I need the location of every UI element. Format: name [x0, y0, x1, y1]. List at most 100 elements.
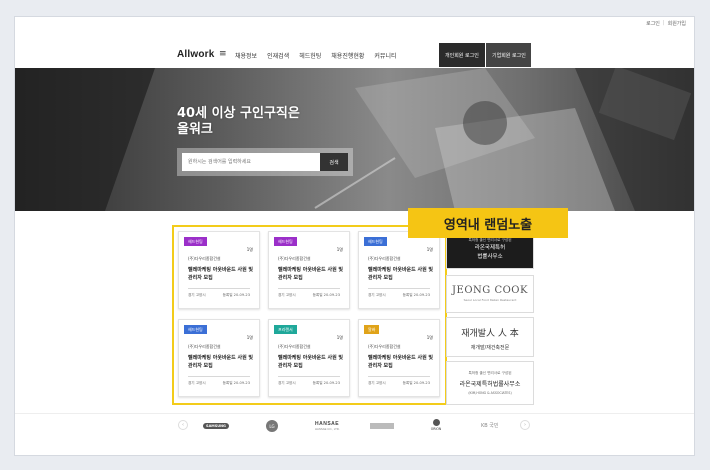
partner-logo-generic[interactable] — [370, 423, 394, 429]
nav-item-community[interactable]: 커뮤니티 — [374, 51, 396, 60]
company-name: (주)다우리종합건설 — [368, 344, 401, 349]
ad-tagline: 특허청 출신 변리사로 구성된 — [468, 371, 512, 375]
job-card[interactable]: 프리랜서 1명 (주)다우리종합건설 텔레마케팅 아웃바운드 사원 및 관리자 … — [268, 319, 350, 397]
job-title: 텔레마케팅 아웃바운드 사원 및 관리자 모집 — [368, 267, 434, 281]
card-divider — [368, 376, 430, 377]
partner-logo-strip: ‹ SAMSUNG LG HANSAE HANSAE CO., LTD. ORI… — [15, 413, 694, 435]
side-ad-redevelopment[interactable]: 재개발人 人 本 재개발/재건축전문 — [446, 317, 534, 357]
hamburger-menu-icon[interactable]: ≡ — [219, 49, 227, 59]
card-divider — [188, 288, 250, 289]
jeongcook-subtitle: Seoul Local Food Italian Restaurant — [463, 298, 517, 302]
hero-title-line1: 40세 이상 구인구직은 — [177, 106, 300, 121]
nav-item-jobs[interactable]: 채용정보 — [235, 51, 257, 60]
job-date: 등록일 20-09-23 — [402, 293, 430, 297]
site-logo[interactable]: Allwork — [177, 49, 215, 60]
company-name: (주)다우리종합건설 — [188, 256, 221, 261]
job-location: 경기 고양시 — [278, 293, 296, 297]
job-date: 등록일 20-09-23 — [402, 381, 430, 385]
kb-logo[interactable]: KB 국민 — [481, 422, 499, 429]
job-location: 경기 고양시 — [368, 381, 386, 385]
hero-title-line2: 올워크 — [177, 122, 213, 137]
job-date: 등록일 20-09-23 — [312, 381, 340, 385]
card-divider — [278, 376, 340, 377]
job-count: 1명 — [426, 247, 433, 252]
browser-frame: 로그인 | 회원가입 Allwork ≡ 채용정보 인재검색 헤드헌팅 채용진행… — [14, 16, 695, 456]
job-title: 텔레마케팅 아웃바운드 사원 및 관리자 모집 — [278, 355, 344, 369]
job-location: 경기 고양시 — [188, 381, 206, 385]
company-login-button[interactable]: 기업회원 로그인 — [486, 43, 531, 67]
redevelopment-subtitle: 재개발/재건축전문 — [470, 345, 510, 351]
card-footer: 경기 고양시 등록일 20-09-23 — [188, 381, 250, 386]
job-title: 텔레마케팅 아웃바운드 사원 및 관리자 모집 — [368, 355, 434, 369]
nav-item-talent-search[interactable]: 인재검색 — [267, 51, 289, 60]
card-footer: 경기 고양시 등록일 20-09-23 — [368, 381, 430, 386]
hero-title: 40세 이상 구인구직은 올워크 — [177, 106, 300, 138]
hero-banner: 40세 이상 구인구직은 올워크 검색 — [15, 68, 694, 211]
company-name: (주)다우리종합건설 — [188, 344, 221, 349]
company-name: (주)다우리종합건설 — [278, 256, 311, 261]
job-card[interactable]: 헤드헌팅 1명 (주)다우리종합건설 텔레마케팅 아웃바운드 사원 및 관리자 … — [268, 231, 350, 309]
site-header: Allwork ≡ 채용정보 인재검색 헤드헌팅 채용진행현황 커뮤니티 개인회… — [15, 43, 694, 67]
ad-tagline: 특허청 출신 변리사로 구성된 — [468, 238, 512, 242]
card-footer: 경기 고양시 등록일 20-09-23 — [278, 293, 340, 298]
side-ad-raon-patent-light[interactable]: 특허청 출신 변리사로 구성된 라온국제특허법률사무소 (KIM,HONG & … — [446, 361, 534, 405]
orion-logo[interactable]: ORION — [429, 419, 443, 433]
login-link[interactable]: 로그인 — [646, 20, 660, 27]
separator: | — [662, 20, 665, 26]
job-card[interactable]: 헤드헌팅 1명 (주)다우리종합건설 텔레마케팅 아웃바운드 사원 및 관리자 … — [178, 231, 260, 309]
job-tag: 헤드헌팅 — [184, 237, 207, 246]
job-title: 텔레마케팅 아웃바운드 사원 및 관리자 모집 — [278, 267, 344, 281]
job-tag: 헤드헌팅 — [364, 237, 387, 246]
job-tag: 헤드헌팅 — [184, 325, 207, 334]
job-location: 경기 고양시 — [368, 293, 386, 297]
random-display-label: 영역내 랜덤노출 — [408, 208, 568, 238]
card-divider — [278, 288, 340, 289]
job-location: 경기 고양시 — [188, 293, 206, 297]
search-box: 검색 — [177, 148, 353, 176]
search-button[interactable]: 검색 — [320, 153, 348, 171]
card-footer: 경기 고양시 등록일 20-09-23 — [188, 293, 250, 298]
samsung-logo[interactable]: SAMSUNG — [203, 423, 229, 429]
card-footer: 경기 고양시 등록일 20-09-23 — [278, 381, 340, 386]
job-count: 1명 — [246, 335, 253, 340]
job-tag: 알바 — [364, 325, 380, 334]
job-tag: 헤드헌팅 — [274, 237, 297, 246]
ad-name-line2: 법률사무소 — [477, 254, 503, 260]
utility-bar: 로그인 | 회원가입 — [646, 20, 686, 27]
job-card[interactable]: 헤드헌팅 1명 (주)다우리종합건설 텔레마케팅 아웃바운드 사원 및 관리자 … — [178, 319, 260, 397]
job-card[interactable]: 알바 1명 (주)다우리종합건설 텔레마케팅 아웃바운드 사원 및 관리자 모집… — [358, 319, 440, 397]
job-date: 등록일 20-09-23 — [312, 293, 340, 297]
orion-emblem-icon — [432, 419, 440, 426]
jeongcook-logo-text: JEONG COOK — [452, 285, 528, 296]
job-tag: 프리랜서 — [274, 325, 297, 334]
redevelopment-logo-text: 재개발人 人 本 — [461, 329, 519, 339]
main-nav: 채용정보 인재검색 헤드헌팅 채용진행현황 커뮤니티 — [235, 51, 397, 60]
job-title: 텔레마케팅 아웃바운드 사원 및 관리자 모집 — [188, 355, 254, 369]
company-name: (주)다우리종합건설 — [278, 344, 311, 349]
prev-arrow-icon[interactable]: ‹ — [178, 420, 188, 430]
job-count: 1명 — [426, 335, 433, 340]
card-divider — [368, 288, 430, 289]
next-arrow-icon[interactable]: › — [520, 420, 530, 430]
nav-item-hiring-status[interactable]: 채용진행현황 — [331, 51, 364, 60]
ad-name: 라온국제특허법률사무소 — [459, 381, 521, 388]
orion-logo-text: ORION — [430, 427, 442, 431]
card-divider — [188, 376, 250, 377]
ad-name-line1: 라온국제특허 — [474, 245, 506, 251]
side-ad-jeongcook[interactable]: JEONG COOK Seoul Local Food Italian Rest… — [446, 275, 534, 313]
nav-item-headhunting[interactable]: 헤드헌팅 — [299, 51, 321, 60]
hero-background-image — [15, 68, 694, 211]
card-footer: 경기 고양시 등록일 20-09-23 — [368, 293, 430, 298]
hansae-logo[interactable]: HANSAE HANSAE CO., LTD. — [315, 421, 340, 431]
job-card[interactable]: 헤드헌팅 1명 (주)다우리종합건설 텔레마케팅 아웃바운드 사원 및 관리자 … — [358, 231, 440, 309]
search-input[interactable] — [182, 153, 320, 171]
job-card-grid: 헤드헌팅 1명 (주)다우리종합건설 텔레마케팅 아웃바운드 사원 및 관리자 … — [172, 225, 447, 405]
personal-login-button[interactable]: 개인회원 로그인 — [439, 43, 485, 67]
job-count: 1명 — [336, 247, 343, 252]
job-date: 등록일 20-09-23 — [222, 381, 250, 385]
join-link[interactable]: 회원가입 — [668, 20, 686, 27]
job-title: 텔레마케팅 아웃바운드 사원 및 관리자 모집 — [188, 267, 254, 281]
hansae-logo-subtext: HANSAE CO., LTD. — [315, 427, 340, 431]
lg-logo[interactable]: LG — [266, 420, 278, 432]
job-location: 경기 고양시 — [278, 381, 296, 385]
